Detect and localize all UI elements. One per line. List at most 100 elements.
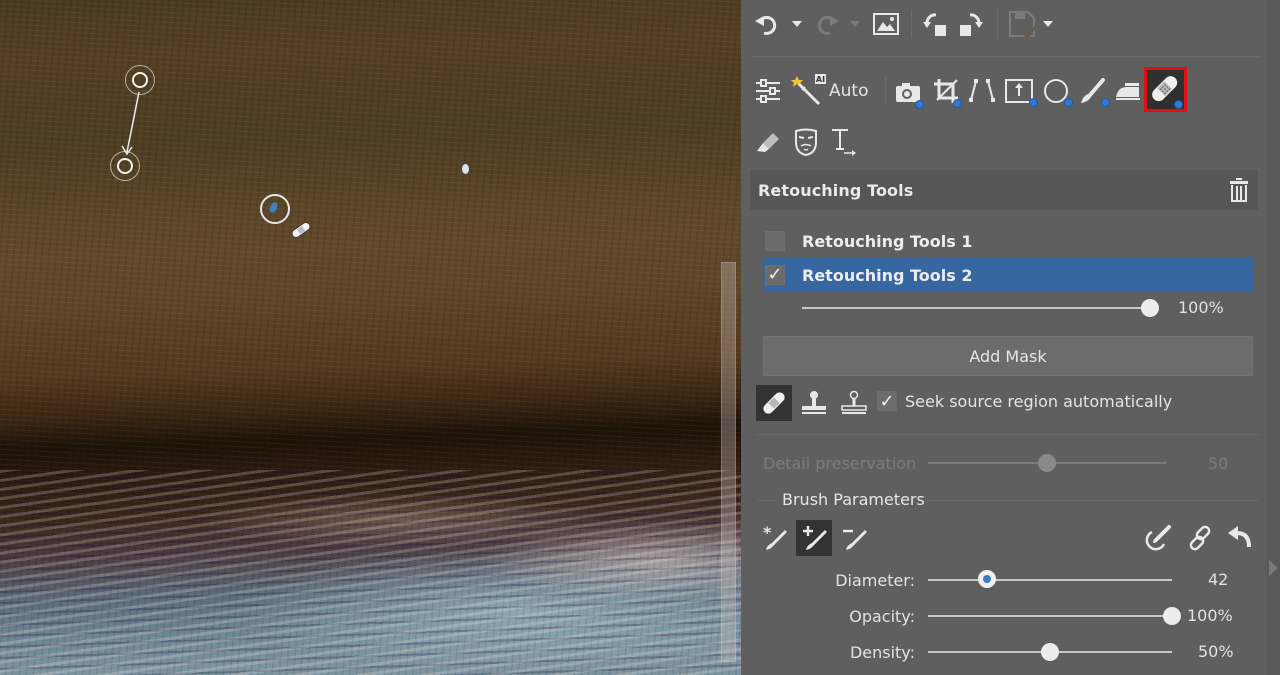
tool-vignette[interactable] bbox=[1041, 76, 1073, 107]
undo-button[interactable] bbox=[753, 10, 781, 38]
opacity-knob[interactable] bbox=[1163, 607, 1181, 625]
section-header: Retouching Tools bbox=[750, 170, 1258, 210]
redo-button[interactable] bbox=[813, 10, 841, 38]
save-button[interactable] bbox=[1007, 10, 1039, 40]
chevron-down-icon bbox=[850, 21, 860, 27]
layer-item[interactable]: Retouching Tools 1 bbox=[763, 224, 1253, 258]
layer-opacity-slider[interactable] bbox=[802, 307, 1150, 309]
layer-checkbox[interactable] bbox=[765, 231, 785, 251]
detail-preservation-knob[interactable] bbox=[1038, 454, 1056, 472]
status-dot bbox=[953, 99, 962, 108]
group-line bbox=[757, 500, 777, 501]
perspective-icon bbox=[969, 79, 995, 102]
undo-history-dropdown[interactable] bbox=[790, 17, 804, 31]
brush-add-button[interactable] bbox=[796, 520, 832, 556]
photo-canvas[interactable] bbox=[0, 0, 741, 675]
clone-source-marker[interactable] bbox=[125, 65, 155, 95]
image-button[interactable] bbox=[871, 10, 901, 38]
reset-icon bbox=[1228, 526, 1251, 548]
brush-plus-icon bbox=[803, 526, 827, 550]
tool-adjustments[interactable] bbox=[753, 76, 783, 106]
tool-brush[interactable] bbox=[1077, 76, 1110, 107]
layer-opacity-knob[interactable] bbox=[1141, 299, 1159, 317]
layer-opacity-value: 100% bbox=[1178, 298, 1224, 317]
brush-asterisk-icon: * bbox=[763, 524, 787, 550]
save-icon bbox=[1009, 11, 1037, 39]
brush-subtract-button[interactable] bbox=[836, 520, 872, 556]
tool-iron[interactable] bbox=[1113, 78, 1143, 104]
clone-link-arrow bbox=[121, 91, 140, 156]
mode-heal-button[interactable] bbox=[756, 385, 792, 421]
brush-minus-icon bbox=[843, 529, 867, 550]
eraser-icon bbox=[757, 133, 779, 152]
tool-text[interactable] bbox=[829, 126, 859, 158]
toolbar-separator bbox=[911, 10, 912, 38]
rotate-left-icon bbox=[923, 13, 946, 36]
tool-perspective[interactable] bbox=[967, 76, 997, 106]
link-icon bbox=[1189, 525, 1211, 551]
canvas-scrollbar[interactable] bbox=[721, 262, 736, 662]
tool-eraser[interactable] bbox=[753, 128, 783, 156]
brush-cursor-ring bbox=[260, 194, 290, 224]
link-button[interactable] bbox=[1184, 522, 1216, 554]
rotate-right-button[interactable] bbox=[957, 10, 985, 38]
seek-source-label: Seek source region automatically bbox=[905, 392, 1173, 411]
auto-label[interactable]: Auto bbox=[829, 80, 871, 102]
tool-resize[interactable] bbox=[1003, 76, 1038, 107]
save-options-dropdown[interactable] bbox=[1041, 17, 1055, 31]
tool-retouch[interactable] bbox=[1144, 67, 1187, 112]
text-icon bbox=[832, 129, 856, 156]
image-icon bbox=[873, 13, 899, 35]
clone-source-inner-ring bbox=[132, 72, 148, 88]
section-title: Retouching Tools bbox=[758, 181, 914, 200]
brush-auto-button[interactable]: * bbox=[756, 520, 792, 556]
layer-label: Retouching Tools 2 bbox=[802, 265, 973, 285]
mask-icon bbox=[795, 128, 817, 156]
redo-history-dropdown[interactable] bbox=[848, 17, 862, 31]
density-knob[interactable] bbox=[1041, 643, 1059, 661]
density-value: 50% bbox=[1198, 642, 1234, 661]
rotate-right-icon bbox=[960, 13, 983, 36]
clone-target-marker[interactable] bbox=[110, 151, 140, 181]
diameter-value: 42 bbox=[1208, 570, 1229, 589]
opacity-value: 100% bbox=[1187, 606, 1233, 625]
layer-label: Retouching Tools 1 bbox=[802, 231, 973, 251]
divider bbox=[757, 434, 1259, 435]
toolbar-separator bbox=[997, 10, 998, 38]
brush-pressure-icon bbox=[1145, 525, 1171, 551]
opacity-label: Opacity: bbox=[849, 607, 915, 626]
bandage-cursor-icon bbox=[290, 222, 312, 242]
reset-button[interactable] bbox=[1224, 522, 1256, 554]
delete-button[interactable] bbox=[1226, 176, 1252, 204]
status-dot bbox=[915, 100, 924, 109]
diameter-knob[interactable] bbox=[977, 570, 996, 588]
tool-crop[interactable] bbox=[931, 76, 962, 108]
chevron-down-icon bbox=[1043, 21, 1053, 27]
tool-ai-auto[interactable]: AI bbox=[789, 72, 829, 106]
right-panel: AI Auto Retouching Tools Retouching Tool… bbox=[741, 0, 1280, 675]
layer-item-selected[interactable]: ✓ Retouching Tools 2 bbox=[763, 258, 1253, 292]
svg-text:AI: AI bbox=[816, 75, 825, 84]
tools-separator bbox=[885, 76, 886, 104]
add-mask-button[interactable]: Add Mask bbox=[763, 336, 1253, 376]
status-dot bbox=[1029, 98, 1038, 107]
brush-parameters-title: Brush Parameters bbox=[782, 490, 925, 509]
expand-panel-arrow-icon[interactable] bbox=[1269, 560, 1278, 576]
stamp-outline-icon bbox=[841, 390, 867, 414]
seek-source-checkbox[interactable]: ✓ bbox=[877, 391, 897, 412]
opacity-slider[interactable] bbox=[928, 615, 1172, 617]
trash-icon bbox=[1230, 178, 1248, 202]
tool-mask[interactable] bbox=[791, 126, 821, 158]
brush-pressure-button[interactable] bbox=[1142, 522, 1174, 554]
mode-clone-outline-button[interactable] bbox=[836, 385, 872, 421]
diameter-slider[interactable] bbox=[928, 579, 1172, 581]
status-dot bbox=[1101, 98, 1110, 107]
dust-spot bbox=[462, 164, 469, 174]
mode-clone-button[interactable] bbox=[796, 385, 832, 421]
layer-checkbox[interactable]: ✓ bbox=[765, 265, 785, 285]
sliders-icon bbox=[756, 79, 780, 103]
tool-camera[interactable] bbox=[893, 78, 924, 109]
rotate-left-button[interactable] bbox=[921, 10, 949, 38]
clone-target-inner-ring bbox=[117, 158, 133, 174]
density-label: Density: bbox=[849, 643, 915, 662]
